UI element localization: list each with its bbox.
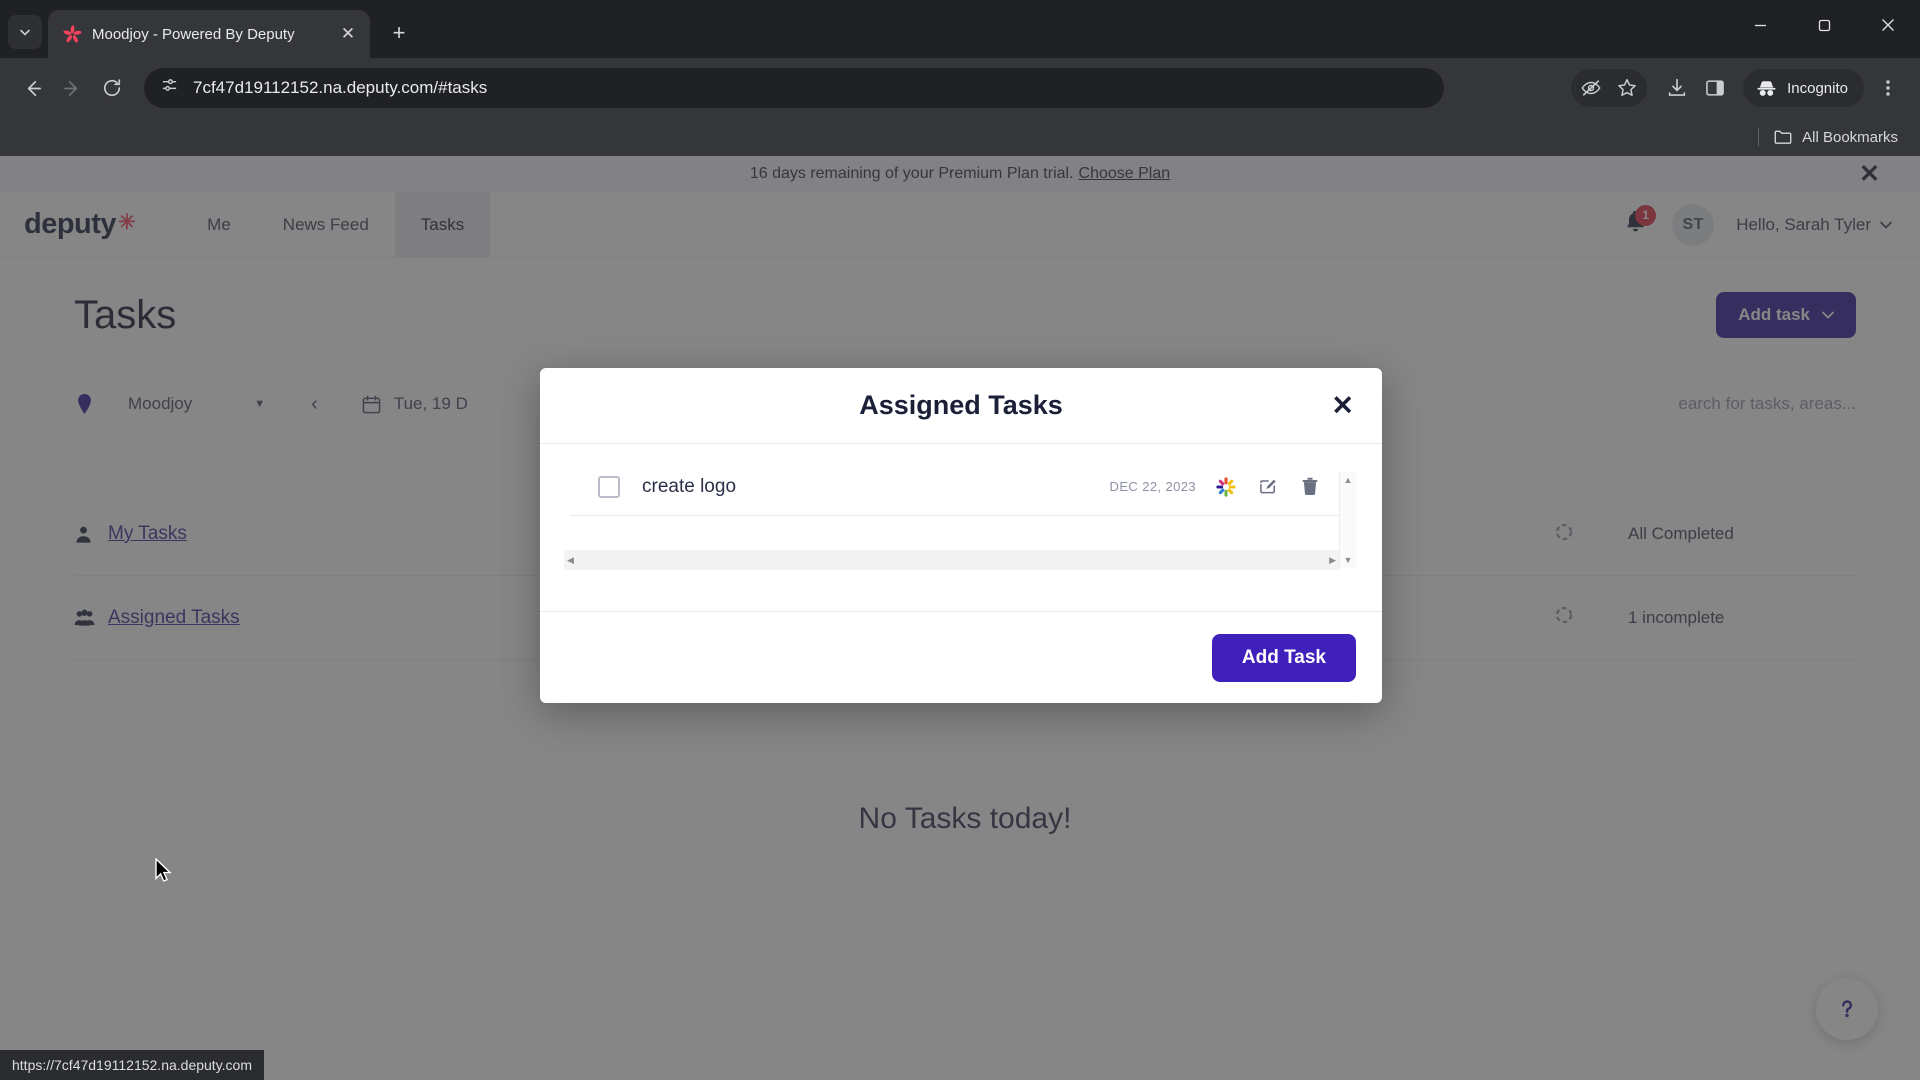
vertical-scrollbar[interactable]: ▲ ▼ xyxy=(1339,472,1356,568)
browser-toolbar: 7cf47d19112152.na.deputy.com/#tasks Inco… xyxy=(0,58,1920,118)
side-panel-icon xyxy=(1706,80,1724,96)
all-bookmarks-label: All Bookmarks xyxy=(1802,128,1898,146)
all-bookmarks-button[interactable]: All Bookmarks xyxy=(1773,127,1898,147)
modal-title: Assigned Tasks xyxy=(859,390,1063,420)
incognito-label: Incognito xyxy=(1787,79,1848,97)
tab-title: Moodjoy - Powered By Deputy xyxy=(92,25,295,43)
task-row[interactable]: create logo DEC 22, 2023 xyxy=(570,458,1344,516)
caret-down-icon[interactable]: ▼ xyxy=(1344,555,1353,565)
forward-arrow-icon xyxy=(63,80,77,96)
window-controls xyxy=(1728,0,1920,50)
modal-close-button[interactable]: ✕ xyxy=(1331,390,1354,421)
caret-right-icon[interactable]: ▶ xyxy=(1329,555,1336,566)
folder-icon xyxy=(1774,130,1792,144)
divider xyxy=(1758,128,1760,146)
reload-icon xyxy=(103,79,121,97)
maximize-button[interactable] xyxy=(1792,0,1856,50)
close-window-button[interactable] xyxy=(1856,0,1920,50)
chevron-down-icon xyxy=(20,29,30,36)
task-meta: DEC 22, 2023 xyxy=(1110,475,1322,499)
side-panel-button[interactable] xyxy=(1697,70,1733,106)
loading-spinner-icon xyxy=(1214,475,1238,499)
tab-strip: Moodjoy - Powered By Deputy ✕ + xyxy=(0,0,1920,58)
back-button[interactable] xyxy=(14,70,50,106)
bookmark-button[interactable] xyxy=(1609,70,1645,106)
caret-up-icon[interactable]: ▲ xyxy=(1344,475,1353,485)
caret-left-icon[interactable]: ◀ xyxy=(567,555,574,566)
back-arrow-icon xyxy=(27,80,41,96)
address-bar[interactable]: 7cf47d19112152.na.deputy.com/#tasks xyxy=(144,68,1444,108)
incognito-hat-icon xyxy=(1757,80,1776,96)
forward-button[interactable] xyxy=(54,70,90,106)
toolbar-right-group: Incognito xyxy=(1571,69,1906,107)
url-text: 7cf47d19112152.na.deputy.com/#tasks xyxy=(193,78,488,97)
web-page: 16 days remaining of your Premium Plan t… xyxy=(0,156,1920,1080)
task-due-date: DEC 22, 2023 xyxy=(1109,479,1196,494)
modal-header: Assigned Tasks ✕ xyxy=(540,368,1382,444)
task-checkbox[interactable] xyxy=(598,475,620,498)
mouse-cursor xyxy=(155,858,172,882)
minimize-button[interactable] xyxy=(1728,0,1792,50)
three-dot-menu-icon xyxy=(1886,80,1890,96)
incognito-indicator[interactable]: Incognito xyxy=(1743,69,1864,107)
eye-crossed-icon xyxy=(1581,80,1601,96)
close-icon xyxy=(1882,19,1894,31)
deputy-star-icon xyxy=(62,24,82,44)
omnibox-actions xyxy=(1571,69,1648,107)
tracking-protection-button[interactable] xyxy=(1573,70,1609,106)
download-icon xyxy=(1668,78,1686,96)
minimize-icon xyxy=(1754,24,1766,26)
new-tab-button[interactable]: + xyxy=(382,16,416,50)
downloads-button[interactable] xyxy=(1659,70,1695,106)
edit-pencil-icon[interactable] xyxy=(1256,475,1280,499)
chrome-menu-button[interactable] xyxy=(1870,70,1906,106)
maximize-icon xyxy=(1818,19,1830,31)
bookmarks-bar: All Bookmarks xyxy=(0,118,1920,156)
tab-search-button[interactable] xyxy=(8,15,42,49)
assigned-tasks-modal: Assigned Tasks ✕ create logo DEC 22, 202… xyxy=(540,368,1382,703)
modal-footer: Add Task xyxy=(540,611,1382,703)
star-icon xyxy=(1618,79,1636,96)
browser-window: Moodjoy - Powered By Deputy ✕ + 7cf47d19… xyxy=(0,0,1920,1080)
browser-tab[interactable]: Moodjoy - Powered By Deputy ✕ xyxy=(48,10,370,58)
task-name: create logo xyxy=(642,475,737,497)
task-list: create logo DEC 22, 2023 ▲ ▼ ◀ ▶ xyxy=(552,458,1370,570)
status-bar: https://7cf47d19112152.na.deputy.com xyxy=(0,1050,264,1080)
horizontal-scrollbar[interactable]: ◀ ▶ xyxy=(564,550,1339,570)
modal-body: create logo DEC 22, 2023 ▲ ▼ ◀ ▶ xyxy=(540,444,1382,611)
reload-button[interactable] xyxy=(94,70,130,106)
site-settings-icon[interactable] xyxy=(160,76,179,100)
modal-add-task-button[interactable]: Add Task xyxy=(1211,633,1356,682)
tab-close-button[interactable]: ✕ xyxy=(336,22,360,46)
trash-icon[interactable] xyxy=(1298,475,1322,499)
